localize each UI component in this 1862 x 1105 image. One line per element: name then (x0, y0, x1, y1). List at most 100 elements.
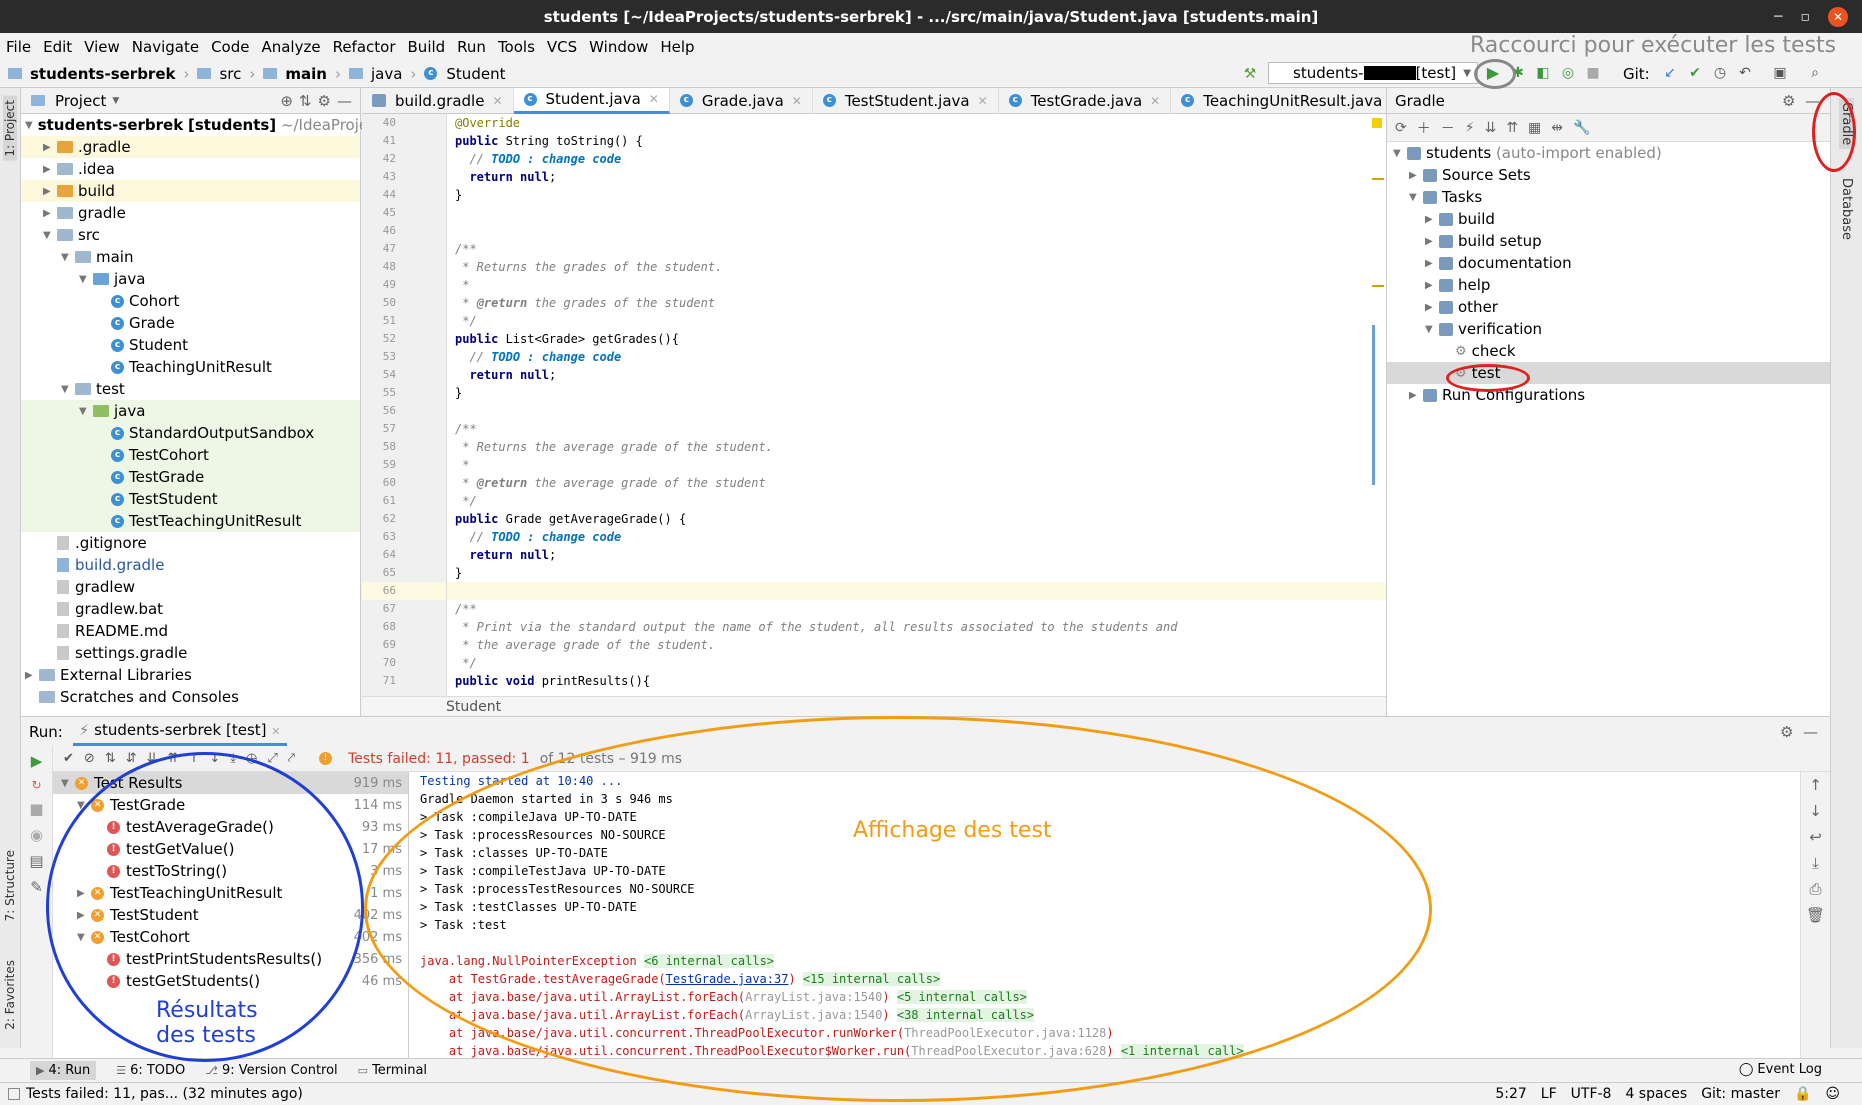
line-number[interactable]: 54 (362, 366, 446, 384)
test-node[interactable]: ▼ ✕ Test Results 919 ms (53, 772, 408, 794)
menu-vcs[interactable]: VCS (547, 38, 577, 56)
show-ignored-icon[interactable]: ⊘ (84, 751, 95, 766)
line-number[interactable]: 47 (362, 240, 446, 258)
tool-tab-structure[interactable]: 7: Structure (3, 850, 17, 921)
git-branch[interactable]: Git: master (1701, 1086, 1780, 1102)
tree-item[interactable]: ▶ build (21, 180, 360, 202)
tab-testgrade-java[interactable]: c TestGrade.java ✕ (999, 87, 1172, 114)
test-node[interactable]: ▶ ✕ TestTeachingUnitResult 1 ms (53, 882, 408, 904)
code-line[interactable]: /** (447, 420, 1386, 438)
menu-refactor[interactable]: Refactor (333, 38, 396, 56)
code-line[interactable]: public Grade getAverageGrade() { (447, 510, 1386, 528)
code-line[interactable]: } (447, 384, 1386, 402)
line-number[interactable]: 61 (362, 492, 446, 510)
tree-item[interactable]: ▶ gradle (21, 202, 360, 224)
menu-view[interactable]: View (84, 38, 120, 56)
expanded-arrow-icon[interactable]: ▼ (61, 384, 75, 395)
gradle-item-build-setup[interactable]: ▶ build setup (1387, 230, 1830, 252)
toolwindow-4-run[interactable]: ▶ 4: Run (30, 1061, 97, 1080)
code-line[interactable]: * @return the average grade of the stude… (447, 474, 1386, 492)
code-line[interactable]: * Returns the average grade of the stude… (447, 438, 1386, 456)
rerun-failed-icon[interactable]: ↻ (21, 778, 52, 792)
gear-icon[interactable]: ⚙ — (1782, 92, 1820, 110)
tree-item[interactable]: README.md (21, 620, 360, 642)
remove-icon[interactable]: － (1441, 118, 1455, 138)
line-number[interactable]: 70 (362, 654, 446, 672)
tab-build-gradle[interactable]: build.gradle ✕ (362, 87, 514, 114)
add-icon[interactable]: ＋ (1417, 118, 1431, 138)
tool-tab-database[interactable]: Database (1839, 178, 1854, 240)
maximize-icon[interactable]: ▫ (1801, 9, 1811, 25)
group-icon[interactable]: ▦ (1528, 120, 1541, 136)
caret-position[interactable]: 5:27 (1495, 1086, 1526, 1102)
profile-icon[interactable]: ◎ (1558, 63, 1578, 83)
code-line[interactable] (447, 204, 1386, 222)
menu-file[interactable]: File (6, 38, 31, 56)
stop-icon[interactable]: ■ (1583, 63, 1603, 83)
tree-item[interactable]: c TestCohort (21, 444, 360, 466)
chevron-down-icon[interactable]: ▼ (112, 96, 119, 106)
code-line[interactable]: * @return the grades of the student (447, 294, 1386, 312)
tree-root[interactable]: ▼ students-serbrek [students] ~/IdeaProj… (21, 114, 390, 136)
collapsed-arrow-icon[interactable]: ▶ (25, 670, 39, 681)
tab-teachingunitresult-java[interactable]: cTeachingUnitResult.java✕ (1171, 87, 1412, 114)
show-passed-icon[interactable]: ✔ (63, 751, 74, 766)
line-number[interactable]: 45 (362, 204, 446, 222)
line-number[interactable]: 48 (362, 258, 446, 276)
expand-all-icon[interactable]: ⇊ (147, 751, 158, 766)
menu-build[interactable]: Build (408, 38, 446, 56)
gradle-item-verification[interactable]: ▼ verification (1387, 318, 1830, 340)
toolwindow-9-version-control[interactable]: ⎇ 9: Version Control (205, 1063, 337, 1078)
collapse-all-icon[interactable]: ⇈ (1506, 120, 1518, 136)
line-number[interactable]: 52 (362, 330, 446, 348)
code-line[interactable]: public List<Grade> getGrades(){ (447, 330, 1386, 348)
close-icon[interactable]: ✕ (492, 94, 502, 108)
open-icon[interactable]: ⤤ (288, 751, 295, 766)
tree-item[interactable]: c TestGrade (21, 466, 360, 488)
project-panel-title[interactable]: Project (55, 92, 106, 110)
tree-item[interactable]: gradlew.bat (21, 598, 360, 620)
file-encoding[interactable]: UTF-8 (1571, 1086, 1612, 1102)
expanded-arrow-icon[interactable]: ▼ (61, 252, 75, 263)
history-icon[interactable]: ◷ (246, 751, 257, 766)
collapse-all-icon[interactable]: ⇈ (168, 751, 179, 766)
line-number[interactable]: 42 (362, 150, 446, 168)
tree-item[interactable]: c TeachingUnitResult (21, 356, 360, 378)
export-icon[interactable]: ⤢ (267, 751, 277, 766)
toolwindow-terminal[interactable]: ▭ Terminal (358, 1063, 427, 1078)
gradle-item-test[interactable]: ⚙ test (1387, 362, 1830, 384)
layout-icon[interactable]: ▤ (21, 852, 52, 870)
menu-navigate[interactable]: Navigate (132, 38, 199, 56)
close-icon[interactable]: ✕ (271, 725, 280, 738)
breadcrumb-java[interactable]: java (371, 65, 402, 83)
gradle-root[interactable]: ▼ students (auto-import enabled) (1387, 142, 1830, 164)
project-structure-icon[interactable]: ▣ (1770, 63, 1790, 83)
breadcrumb-main[interactable]: main (285, 65, 327, 83)
indent-setting[interactable]: 4 spaces (1625, 1086, 1687, 1102)
scroll-down-icon[interactable]: ↓ (1801, 802, 1830, 820)
code-line[interactable]: /** (447, 240, 1386, 258)
close-icon[interactable]: ✕ (649, 92, 659, 106)
tree-item[interactable]: .gitignore (21, 532, 360, 554)
line-number[interactable]: 66 (362, 582, 446, 600)
menu-help[interactable]: Help (660, 38, 694, 56)
close-icon[interactable]: ✕ (1150, 94, 1160, 108)
tree-item[interactable]: ▼ test (21, 378, 360, 400)
hide-icon[interactable]: — (337, 92, 352, 110)
expanded-arrow-icon[interactable]: ▼ (79, 406, 93, 417)
code-line[interactable]: * Print via the standard output the name… (447, 618, 1386, 636)
test-node[interactable]: ! testAverageGrade() 93 ms (53, 816, 408, 838)
expanded-arrow-icon[interactable]: ▼ (61, 778, 75, 789)
collapse-icon[interactable]: ⇅ (299, 92, 312, 110)
code-line[interactable]: // TODO : change code (447, 348, 1386, 366)
line-number[interactable]: 60 (362, 474, 446, 492)
collapsed-arrow-icon[interactable]: ▶ (1425, 236, 1439, 247)
tab-student-java[interactable]: c Student.java ✕ (513, 87, 670, 114)
line-number[interactable]: 57 (362, 420, 446, 438)
breadcrumb-src[interactable]: src (219, 65, 241, 83)
line-number[interactable]: 50 (362, 294, 446, 312)
line-number[interactable]: 71 (362, 672, 446, 690)
menu-analyze[interactable]: Analyze (261, 38, 320, 56)
tree-item[interactable]: ▼ main (21, 246, 360, 268)
code-line[interactable]: * Returns the grades of the student. (447, 258, 1386, 276)
